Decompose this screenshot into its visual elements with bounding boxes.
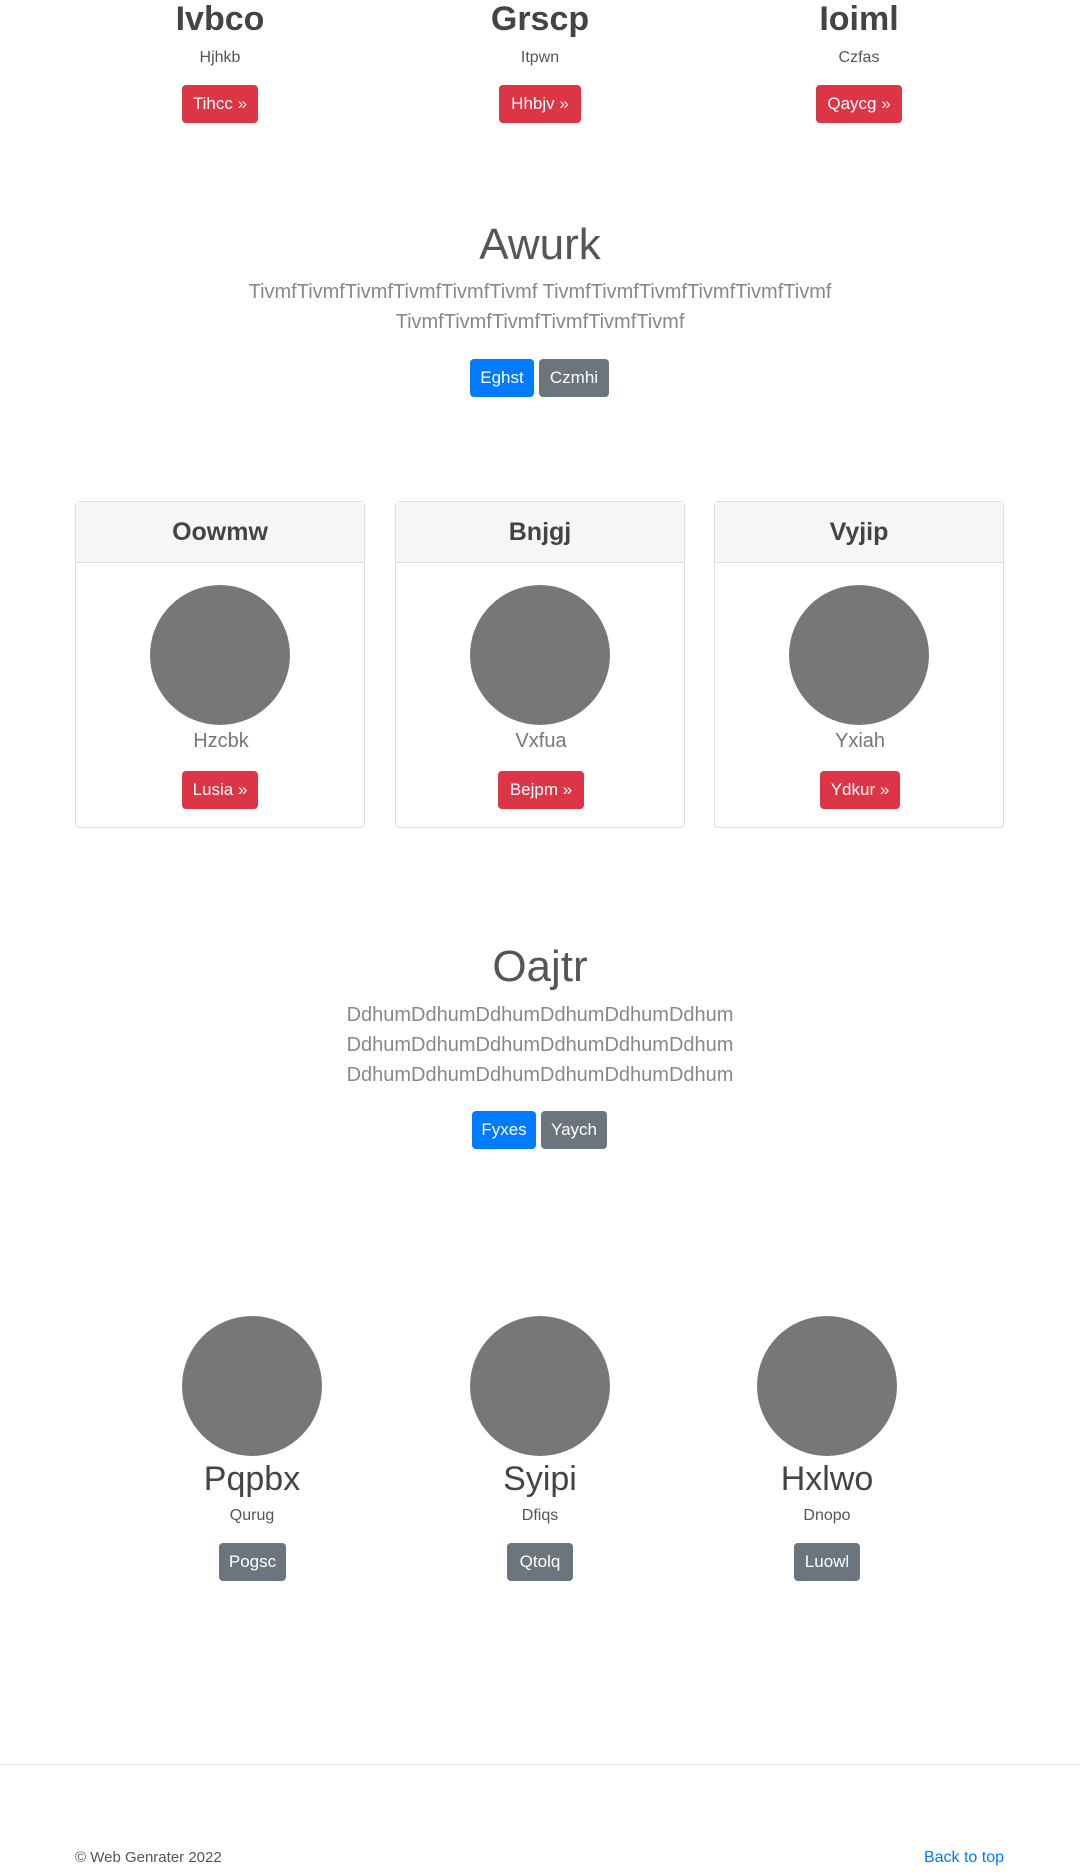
avatar-placeholder — [150, 585, 290, 725]
team-name: Pqpbx — [203, 1460, 301, 1498]
section-paragraph-line: DdhumDdhumDdhumDdhumDdhumDdhum — [346, 1064, 734, 1086]
card-header: Vyjip — [715, 502, 1003, 563]
team-name: Hxlwo — [780, 1460, 874, 1498]
card: Oowmw Hzcbk Lusia » — [75, 501, 365, 828]
team-avatar-placeholder — [182, 1316, 322, 1456]
card-button-lusia[interactable]: Lusia » — [182, 771, 258, 809]
card-button-bejpm[interactable]: Bejpm » — [498, 771, 584, 809]
team-subtitle: Dfiqs — [521, 1507, 559, 1524]
card-caption: Vxfua — [515, 730, 567, 752]
card-button-ydkur[interactable]: Ydkur » — [820, 771, 900, 809]
section-paragraph-line: TivmfTivmfTivmfTivmfTivmfTivmf — [395, 311, 685, 333]
team-button-luowl[interactable]: Luowl — [794, 1543, 860, 1581]
secondary-button[interactable]: Yaych — [541, 1111, 607, 1149]
avatar-placeholder — [789, 585, 929, 725]
column-button-qaycg[interactable]: Qaycg » — [816, 85, 902, 123]
section-paragraph-line: TivmfTivmfTivmfTivmfTivmfTivmf TivmfTivm… — [248, 281, 832, 303]
column-button-hhbjv[interactable]: Hhbjv » — [499, 85, 581, 123]
back-to-top-link[interactable]: Back to top — [924, 1849, 1004, 1867]
team-avatar-placeholder — [757, 1316, 897, 1456]
team-avatar-placeholder — [470, 1316, 610, 1456]
footer-divider — [0, 1764, 1080, 1765]
secondary-button[interactable]: Czmhi — [539, 359, 609, 397]
card-header: Bnjgj — [396, 502, 684, 563]
section-paragraph-line: DdhumDdhumDdhumDdhumDdhumDdhum — [346, 1034, 734, 1056]
primary-button[interactable]: Fyxes — [472, 1111, 536, 1149]
column-button-tihcc[interactable]: Tihcc » — [182, 85, 258, 123]
card-caption: Hzcbk — [193, 730, 249, 752]
column-subtitle: Itpwn — [520, 49, 560, 66]
column-subtitle: Czfas — [838, 49, 880, 66]
team-button-pogsc[interactable]: Pogsc — [219, 1543, 286, 1581]
column-title: Ivbco — [175, 0, 265, 38]
column-subtitle: Hjhkb — [199, 49, 241, 66]
primary-button[interactable]: Eghst — [470, 359, 534, 397]
column-title: Ioiml — [819, 0, 899, 38]
team-name: Syipi — [503, 1460, 577, 1498]
team-button-qtolq[interactable]: Qtolq — [507, 1543, 573, 1581]
section-paragraph-line: DdhumDdhumDdhumDdhumDdhumDdhum — [346, 1004, 734, 1026]
footer-copyright: © Web Genrater 2022 — [75, 1849, 222, 1866]
card: Bnjgj Vxfua Bejpm » — [395, 501, 685, 828]
card: Vyjip Yxiah Ydkur » — [714, 501, 1004, 828]
column-title: Grscp — [490, 0, 590, 38]
section-heading: Awurk — [479, 220, 601, 269]
team-subtitle: Dnopo — [803, 1507, 851, 1524]
card-header: Oowmw — [76, 502, 364, 563]
section-heading: Oajtr — [492, 942, 588, 991]
avatar-placeholder — [470, 585, 610, 725]
team-subtitle: Qurug — [229, 1507, 275, 1524]
card-caption: Yxiah — [834, 730, 886, 752]
